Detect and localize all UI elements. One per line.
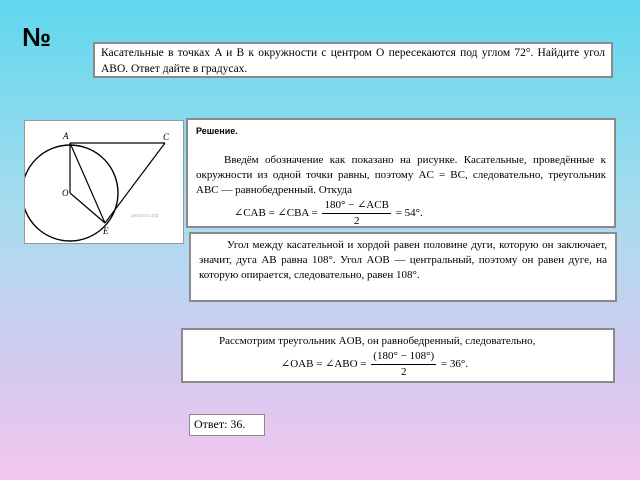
label-c: C: [163, 132, 170, 142]
solution3-text: Рассмотрим треугольник AOB, он равнобедр…: [219, 335, 536, 347]
solution1-formula-left: ∠CAB = ∠CBA =: [234, 207, 318, 220]
solution-part-1: Решение. Введём обозначение как показано…: [186, 118, 616, 228]
solution3-denominator: 2: [400, 366, 407, 378]
task-text: Касательные в точках A и B к окружности …: [101, 47, 605, 75]
radius-ob: [69, 192, 106, 224]
solution-part-2: Угол между касательной и хордой равен по…: [189, 232, 617, 302]
label-e: E: [102, 226, 109, 236]
solution-part-3: Рассмотрим треугольник AOB, он равнобедр…: [181, 328, 615, 383]
watermark: решуогэ.рф: [131, 213, 158, 219]
solution1-numerator: 180° − ∠ACB: [322, 198, 391, 214]
task-statement: Касательные в точках A и B к окружности …: [93, 42, 613, 78]
solution-heading: Решение.: [196, 126, 238, 136]
solution2-text: Угол между касательной и хордой равен по…: [199, 239, 607, 281]
label-o: O: [62, 188, 69, 198]
answer-text: Ответ: 36.: [194, 417, 246, 431]
label-a: A: [62, 131, 69, 141]
solution1-formula: ∠CAB = ∠CBA = 180° − ∠ACB 2 = 54°.: [234, 198, 606, 229]
number-sign: №: [22, 22, 51, 52]
solution3-formula-right: = 36°.: [440, 358, 468, 371]
answer-box: Ответ: 36.: [189, 414, 265, 436]
solution1-formula-right: = 54°.: [395, 207, 423, 220]
solution3-formula: ∠OAB = ∠ABO = (180° − 108°) 2 = 36°.: [281, 349, 605, 380]
circle-tangent-diagram: A C O E решуогэ.рф: [21, 131, 170, 242]
solution3-numerator: (180° − 108°): [371, 349, 437, 365]
solution1-fraction: 180° − ∠ACB 2: [322, 198, 391, 229]
solution3-formula-left: ∠OAB = ∠ABO =: [281, 358, 367, 371]
solution3-fraction: (180° − 108°) 2: [371, 349, 437, 380]
geometry-figure: A C O E решуогэ.рф: [21, 120, 184, 244]
solution1-denominator: 2: [353, 215, 360, 227]
tangent-line-bc: [104, 142, 166, 224]
solution1-text: Введём обозначение как показано на рисун…: [196, 154, 606, 196]
